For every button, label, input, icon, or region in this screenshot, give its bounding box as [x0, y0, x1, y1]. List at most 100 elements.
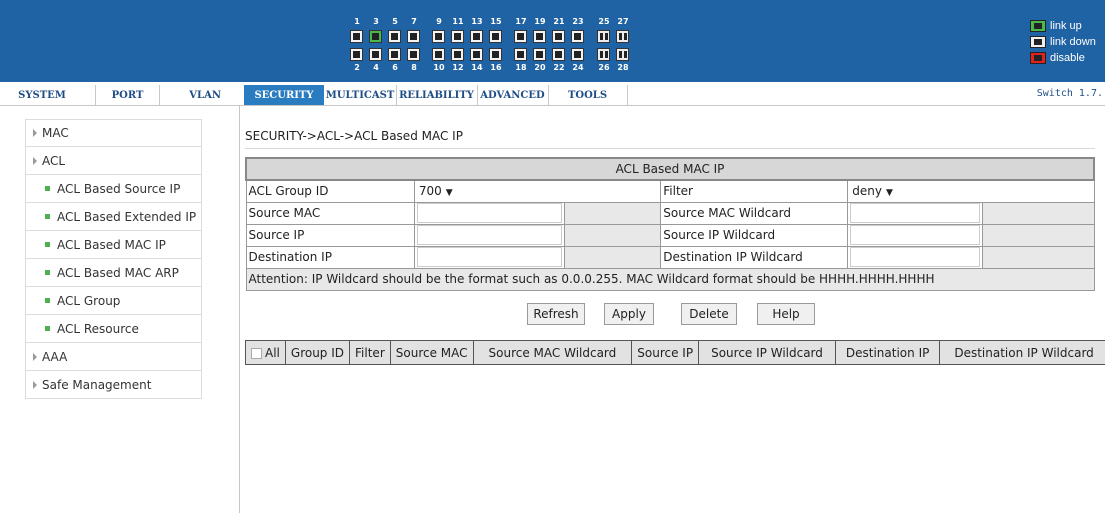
port-28-icon[interactable] [616, 48, 629, 61]
sidebar: MAC ACL ACL Based Source IP ACL Based Ex… [0, 106, 240, 513]
source-mac-input[interactable] [416, 203, 562, 223]
filter-select[interactable]: deny ▼ [850, 184, 893, 198]
bullet-icon [45, 214, 50, 219]
delete-button[interactable]: Delete [681, 303, 737, 325]
port-number-label: 7 [411, 17, 417, 26]
sidebar-item-label: ACL [42, 153, 66, 168]
tab-tools[interactable]: TOOLS [548, 85, 626, 105]
port-21-icon[interactable] [552, 30, 565, 43]
tab-system[interactable]: SYSTEM [17, 85, 67, 105]
destination-ip-wildcard-label: Destination IP Wildcard [660, 245, 849, 269]
port-10-icon[interactable] [432, 48, 445, 61]
port-20-icon[interactable] [533, 48, 546, 61]
tab-vlan[interactable]: VLAN [159, 85, 243, 105]
sidebar-item-acl[interactable]: ACL [25, 147, 202, 175]
port-16-icon[interactable] [489, 48, 502, 61]
column-header-filter: Filter [349, 340, 391, 365]
tab-advanced[interactable]: ADVANCED [477, 85, 547, 105]
tab-port[interactable]: PORT [95, 85, 159, 105]
legend-link-down: link down [1030, 34, 1096, 50]
port-4-icon[interactable] [369, 48, 382, 61]
top-banner: 1 2 3 4 5 6 7 8 9 10 11 12 13 14 15 16 17 18 19 20 21 22 23 24 2… [0, 0, 1105, 82]
select-all-checkbox[interactable] [251, 347, 262, 359]
column-header-source-mac-wildcard: Source MAC Wildcard [472, 340, 633, 365]
port-25-icon[interactable] [597, 30, 610, 43]
source-ip-input[interactable] [416, 225, 562, 245]
sidebar-item-acl-based-mac-ip[interactable]: ACL Based MAC IP [25, 231, 202, 259]
sidebar-item-acl-based-extended-ip[interactable]: ACL Based Extended IP [25, 203, 202, 231]
port-number-label: 6 [392, 63, 398, 72]
attention-note: Attention: IP Wildcard should be the for… [245, 267, 1095, 291]
link-down-icon [1030, 36, 1046, 48]
port-number-label: 25 [598, 17, 610, 26]
legend-link-up: link up [1030, 18, 1096, 34]
source-ip-wildcard-label: Source IP Wildcard [660, 223, 849, 247]
port-2-icon[interactable] [350, 48, 363, 61]
sidebar-item-label: ACL Based MAC IP [57, 237, 166, 252]
port-22-icon[interactable] [552, 48, 565, 61]
port-18-icon[interactable] [514, 48, 527, 61]
port-number-label: 4 [373, 63, 379, 72]
port-24-icon[interactable] [571, 48, 584, 61]
source-mac-label: Source MAC [245, 201, 415, 225]
port-11-icon[interactable] [451, 30, 464, 43]
port-number-label: 15 [490, 17, 502, 26]
source-mac-wildcard-cell [847, 201, 984, 225]
port-17-icon[interactable] [514, 30, 527, 43]
port-23-icon[interactable] [571, 30, 584, 43]
port-9-icon[interactable] [432, 30, 445, 43]
port-3-icon[interactable] [369, 30, 382, 43]
filter-cell: deny ▼ [847, 179, 1095, 203]
destination-ip-wildcard-input[interactable] [850, 247, 981, 267]
port-8-icon[interactable] [407, 48, 420, 61]
tab-reliability[interactable]: RELIABILITY [396, 85, 476, 105]
filler-cell [563, 223, 662, 247]
legend-disable-label: disable [1050, 52, 1085, 64]
sidebar-item-mac[interactable]: MAC [25, 119, 202, 147]
sidebar-item-safe-management[interactable]: Safe Management [25, 371, 202, 399]
bullet-icon [45, 270, 50, 275]
acl-group-id-select[interactable]: 700 ▼ [417, 184, 453, 198]
port-27-icon[interactable] [616, 30, 629, 43]
sidebar-item-acl-group[interactable]: ACL Group [25, 287, 202, 315]
port-13-icon[interactable] [470, 30, 483, 43]
apply-button[interactable]: Apply [604, 303, 654, 325]
port-number-label: 8 [411, 63, 417, 72]
select-all-header[interactable]: All [245, 340, 286, 365]
source-mac-wildcard-input[interactable] [850, 203, 981, 223]
port-26-icon[interactable] [597, 48, 610, 61]
sidebar-item-acl-based-mac-arp[interactable]: ACL Based MAC ARP [25, 259, 202, 287]
acl-group-id-label: ACL Group ID [245, 179, 415, 203]
legend-link-down-label: link down [1050, 36, 1096, 48]
port-number-label: 10 [433, 63, 445, 72]
sidebar-item-acl-based-source-ip[interactable]: ACL Based Source IP [25, 175, 202, 203]
tab-multicast[interactable]: MULTICAST [326, 85, 395, 105]
port-7-icon[interactable] [407, 30, 420, 43]
port-number-label: 5 [392, 17, 398, 26]
breadcrumb: SECURITY->ACL->ACL Based MAC IP [245, 129, 463, 143]
sidebar-item-label: AAA [42, 349, 68, 364]
port-15-icon[interactable] [489, 30, 502, 43]
port-number-label: 21 [553, 17, 565, 26]
port-1-icon[interactable] [350, 30, 363, 43]
port-5-icon[interactable] [388, 30, 401, 43]
sidebar-item-label: ACL Based Extended IP [57, 209, 197, 224]
port-6-icon[interactable] [388, 48, 401, 61]
port-14-icon[interactable] [470, 48, 483, 61]
destination-ip-cell [413, 245, 565, 269]
sidebar-item-acl-resource[interactable]: ACL Resource [25, 315, 202, 343]
port-number-label: 14 [471, 63, 483, 72]
port-12-icon[interactable] [451, 48, 464, 61]
port-19-icon[interactable] [533, 30, 546, 43]
destination-ip-input[interactable] [416, 247, 562, 267]
sidebar-item-aaa[interactable]: AAA [25, 343, 202, 371]
port-legend: link up link down disable [1030, 18, 1096, 66]
port-number-label: 17 [515, 17, 527, 26]
source-ip-wildcard-input[interactable] [850, 225, 981, 245]
acl-group-id-cell: 700 ▼ [413, 179, 662, 203]
destination-ip-label: Destination IP [245, 245, 415, 269]
tab-security[interactable]: SECURITY [244, 85, 324, 105]
sidebar-item-label: ACL Resource [57, 321, 139, 336]
refresh-button[interactable]: Refresh [527, 303, 585, 325]
help-button[interactable]: Help [757, 303, 815, 325]
